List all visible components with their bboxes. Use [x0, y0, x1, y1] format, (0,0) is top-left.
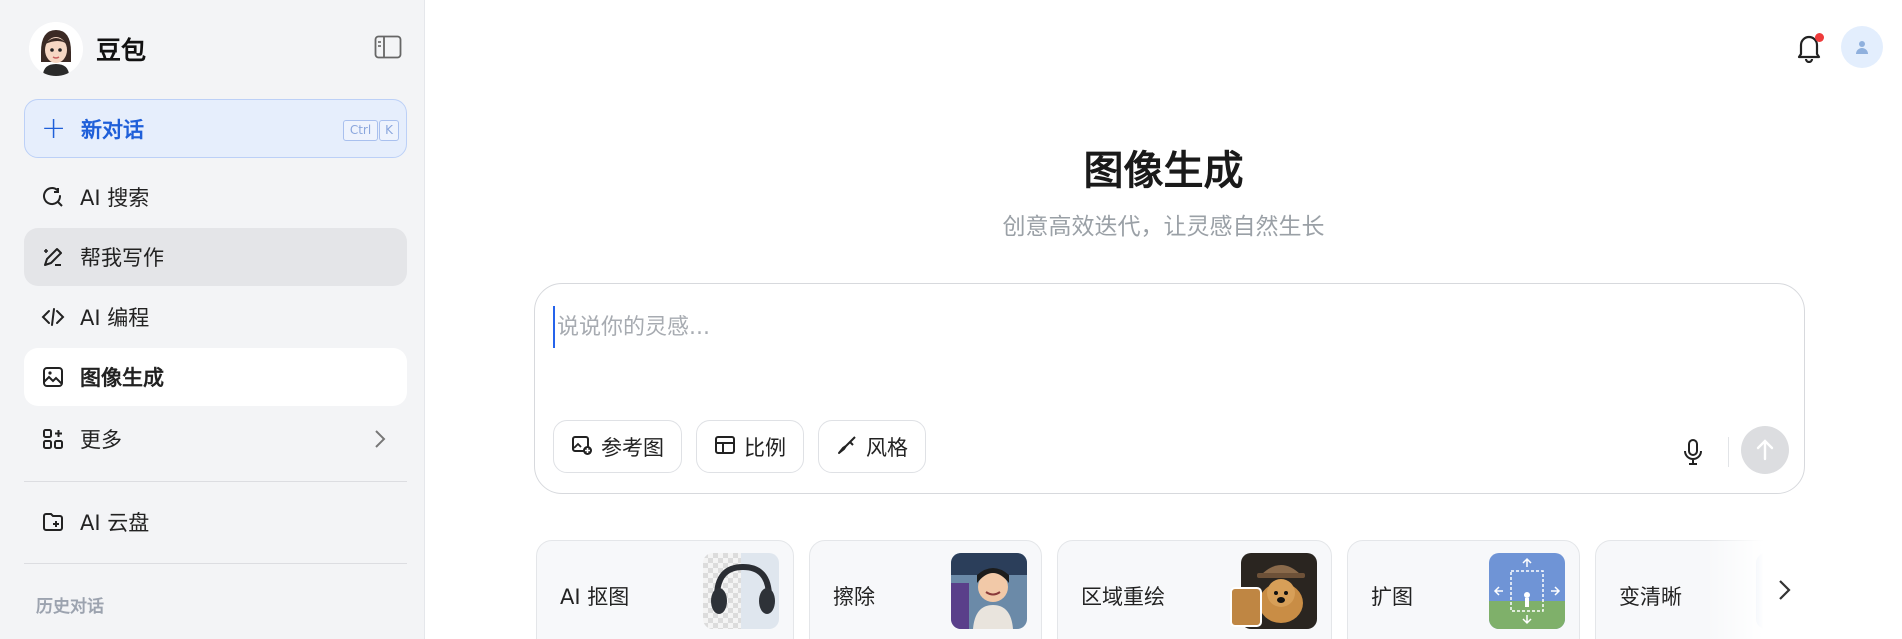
feature-card-cutout[interactable]: AI 抠图	[536, 540, 794, 639]
sidebar-toggle-icon[interactable]	[374, 35, 402, 59]
microphone-icon[interactable]	[1682, 438, 1704, 470]
sidebar-item-writing[interactable]: 帮我写作	[24, 228, 407, 286]
tool-label: 风格	[866, 435, 908, 460]
image-add-icon	[571, 434, 593, 460]
cutout-thumbnail	[703, 553, 779, 629]
page-subtitle: 创意高效迭代，让灵感自然生长	[1002, 214, 1325, 240]
folder-plus-icon	[40, 509, 66, 535]
sidebar-item-coding[interactable]: AI 编程	[24, 288, 407, 346]
prompt-composer: 参考图 比例 风格	[534, 283, 1805, 494]
toolbar-separator	[1728, 437, 1729, 467]
shortcut-key: K	[379, 120, 399, 141]
chevron-right-icon[interactable]	[1776, 578, 1792, 606]
new-chat-button[interactable]: + 新对话 Ctrl K	[24, 99, 407, 158]
sidebar-divider	[24, 563, 407, 564]
card-label: AI 抠图	[560, 585, 630, 609]
sidebar-item-more[interactable]: 更多	[24, 410, 407, 468]
doubao-avatar	[29, 21, 83, 76]
sidebar-item-label: 更多	[80, 428, 122, 452]
card-label: 扩图	[1371, 585, 1413, 609]
sidebar-item-ai-search[interactable]: AI 搜索	[24, 168, 407, 226]
grid-plus-icon	[40, 426, 66, 452]
notification-badge	[1815, 33, 1824, 42]
erase-thumbnail	[951, 553, 1027, 629]
search-refresh-icon	[40, 184, 66, 210]
brand[interactable]: 豆包	[29, 21, 146, 76]
shortcut-ctrl: Ctrl	[343, 120, 378, 141]
new-chat-label: 新对话	[81, 117, 144, 142]
arrow-up-icon	[1756, 439, 1774, 461]
sidebar-item-image-gen[interactable]: 图像生成	[24, 348, 407, 406]
outpaint-thumbnail	[1489, 553, 1565, 629]
page-title: 图像生成	[1083, 148, 1244, 194]
prompt-input[interactable]	[553, 306, 1659, 348]
feature-cards: AI 抠图 擦除 区域重绘 扩图 变清晰	[536, 540, 1802, 639]
brush-icon	[836, 434, 858, 460]
feature-card-inpaint[interactable]: 区域重绘	[1057, 540, 1332, 639]
card-label: 擦除	[833, 585, 875, 609]
aspect-ratio-button[interactable]: 比例	[696, 420, 804, 473]
sidebar-item-label: 帮我写作	[80, 246, 164, 270]
sidebar-divider	[24, 481, 407, 482]
inpaint-inset	[1230, 587, 1262, 627]
user-avatar[interactable]	[1841, 26, 1883, 68]
code-icon	[40, 304, 66, 330]
image-icon	[40, 364, 66, 390]
sidebar-item-label: AI 编程	[80, 306, 150, 330]
feature-card-outpaint[interactable]: 扩图	[1347, 540, 1580, 639]
app-name: 豆包	[96, 35, 147, 65]
send-button[interactable]	[1741, 426, 1789, 474]
feature-card-erase[interactable]: 擦除	[809, 540, 1042, 639]
sidebar-item-label: AI 搜索	[80, 186, 150, 210]
chevron-right-icon	[373, 428, 387, 454]
main-panel: 图像生成 创意高效迭代，让灵感自然生长 参考图 比例 风格	[425, 0, 1902, 639]
sidebar-item-label: AI 云盘	[80, 511, 150, 535]
aspect-ratio-icon	[714, 434, 736, 460]
reference-image-button[interactable]: 参考图	[553, 420, 682, 473]
style-button[interactable]: 风格	[818, 420, 926, 473]
card-label: 区域重绘	[1081, 585, 1165, 609]
pen-sparkle-icon	[40, 244, 66, 270]
sidebar-item-label: 图像生成	[80, 366, 164, 390]
history-heading: 历史对话	[36, 597, 104, 617]
card-label: 变清晰	[1619, 585, 1682, 609]
tool-label: 参考图	[601, 435, 664, 460]
sidebar-item-cloud-drive[interactable]: AI 云盘	[24, 493, 407, 551]
sidebar: 豆包 + 新对话 Ctrl K AI 搜索 帮我写作 AI 编程 图像生成 更多…	[0, 0, 425, 639]
tool-label: 比例	[744, 435, 786, 460]
plus-icon: +	[41, 110, 67, 146]
